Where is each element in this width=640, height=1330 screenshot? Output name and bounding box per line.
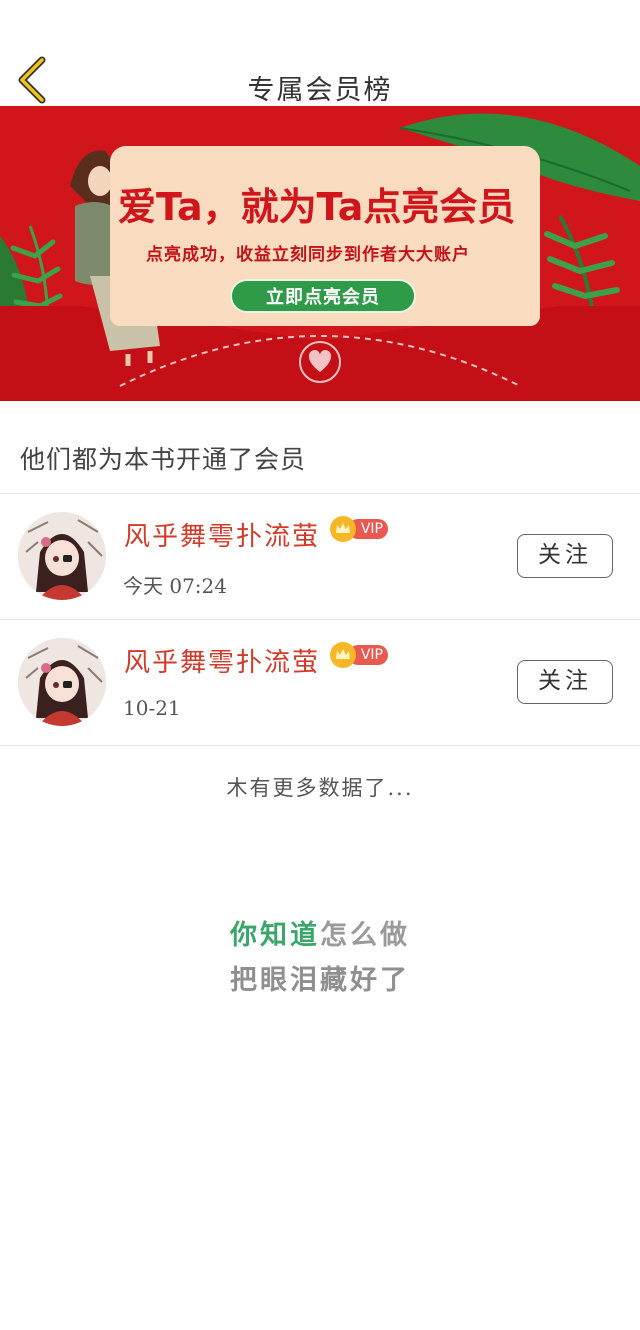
follow-button[interactable]: 关注 [517, 534, 613, 578]
lyric-highlight: 你知道 [230, 920, 320, 951]
lyric-line-1: 你知道怎么做 [0, 913, 640, 952]
member-time: 今天 07:24 [123, 574, 227, 598]
banner-headline: 爱Ta，就为Ta点亮会员 [118, 185, 516, 229]
vip-badge: VIP [330, 642, 388, 668]
crown-icon [330, 516, 356, 542]
member-row[interactable]: 风乎舞雩扑流萤 VIP 今天 07:24 关注 [0, 494, 640, 619]
avatar[interactable] [18, 638, 106, 726]
header-bar: 专属会员榜 [0, 0, 640, 106]
promo-banner[interactable]: 爱Ta，就为Ta点亮会员 点亮成功，收益立刻同步到作者大大账户 立即点亮会员 [0, 106, 640, 401]
no-more-data-text: 木有更多数据了... [226, 776, 414, 800]
member-name[interactable]: 风乎舞雩扑流萤 [124, 642, 320, 679]
light-up-member-button[interactable]: 立即点亮会员 [230, 279, 416, 313]
divider [0, 745, 640, 746]
banner-subtitle: 点亮成功，收益立刻同步到作者大大账户 [146, 245, 470, 265]
section-title: 他们都为本书开通了会员 [20, 445, 307, 474]
vip-badge: VIP [330, 516, 388, 542]
member-time: 10-21 [123, 696, 181, 720]
member-row[interactable]: 风乎舞雩扑流萤 VIP 10-21 关注 [0, 620, 640, 745]
crown-icon [330, 642, 356, 668]
lyric-rest: 怎么做 [320, 920, 410, 951]
page-title: 专属会员榜 [247, 75, 393, 106]
avatar-image [18, 512, 106, 600]
avatar[interactable] [18, 512, 106, 600]
avatar-image [18, 638, 106, 726]
follow-button[interactable]: 关注 [517, 660, 613, 704]
member-name[interactable]: 风乎舞雩扑流萤 [124, 516, 320, 553]
lyric-line-2: 把眼泪藏好了 [230, 965, 410, 996]
